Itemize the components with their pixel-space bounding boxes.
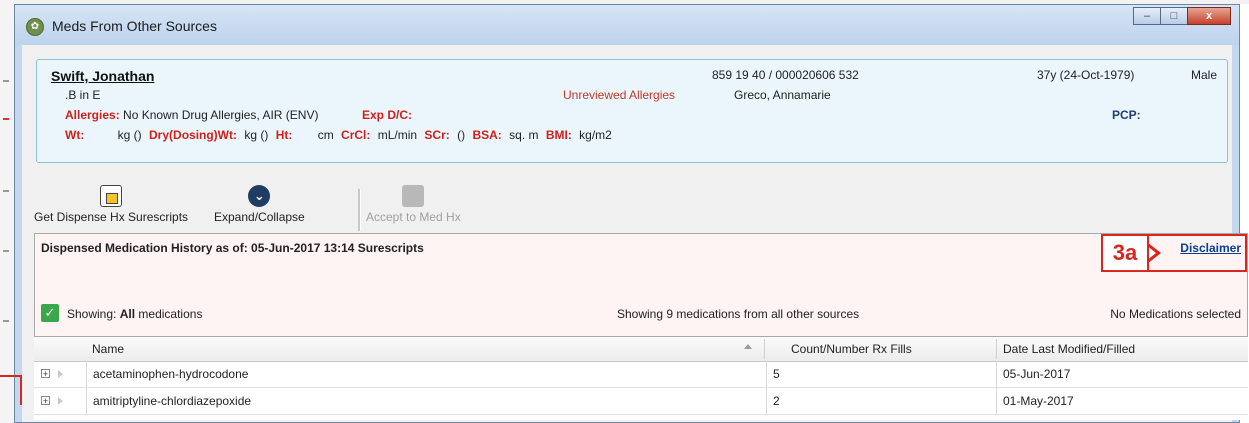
background-tick	[3, 320, 9, 322]
pcp-label: PCP:	[1112, 108, 1141, 122]
wt-label: Wt:	[65, 128, 85, 142]
history-heading: Dispensed Medication History as of: 05-J…	[41, 241, 424, 255]
showing-filter-label: Showing: All medications	[67, 307, 202, 321]
get-dispense-button[interactable]: Get Dispense Hx Surescripts	[34, 185, 188, 224]
patient-id: 859 19 40 / 000020606 532	[712, 68, 859, 82]
date-last-filled: 01-May-2017	[996, 388, 1248, 414]
background-tick	[3, 118, 9, 120]
ht-unit: cm	[317, 128, 334, 142]
crcl-unit: mL/min	[377, 128, 418, 142]
disclaimer-link[interactable]: Disclaimer	[1180, 241, 1241, 255]
showing-count: Showing 9 medications from all other sou…	[617, 307, 860, 321]
expand-collapse-button[interactable]: ⌄ Expand/Collapse	[214, 185, 305, 224]
rx-fill-count: 2	[766, 388, 996, 414]
background-tick	[3, 80, 9, 82]
column-header-name[interactable]: Name	[92, 342, 124, 356]
column-header-date[interactable]: Date Last Modified/Filled	[1003, 342, 1135, 356]
title-bar[interactable]: ✿ Meds From Other Sources – □ x	[15, 5, 1239, 45]
get-dispense-label: Get Dispense Hx Surescripts	[34, 210, 189, 224]
attending-doctor: Greco, Annamarie	[734, 88, 831, 102]
expand-row-icon[interactable]: +	[41, 369, 50, 379]
accept-to-med-hx-button[interactable]: Accept to Med Hx	[366, 185, 461, 224]
bmi-unit: kg/m2	[579, 128, 612, 142]
bsa-unit: sq. m	[509, 128, 539, 142]
callout-marker-left	[0, 375, 22, 405]
expand-collapse-label: Expand/Collapse	[214, 210, 305, 224]
date-last-filled: 05-Jun-2017	[996, 361, 1248, 387]
close-button[interactable]: x	[1187, 7, 1231, 25]
table-row[interactable]: + acetaminophen-hydrocodone 5 05-Jun-201…	[34, 361, 1248, 388]
ht-label: Ht:	[275, 128, 293, 142]
allergies-label: Allergies:	[65, 108, 120, 122]
scr-label: SCr:	[424, 128, 450, 142]
maximize-button[interactable]: □	[1160, 7, 1188, 25]
column-divider	[764, 339, 765, 359]
bmi-label: BMI:	[545, 128, 572, 142]
table-row[interactable]: + amitriptyline-chlordiazepoxide 2 01-Ma…	[34, 388, 1248, 415]
toolbar-separator	[358, 189, 361, 231]
selection-status: No Medications selected	[1110, 307, 1241, 321]
expand-row-icon[interactable]: +	[41, 396, 50, 406]
showing-suffix: medications	[138, 307, 203, 321]
allergies-value: No Known Drug Allergies, AIR (ENV)	[123, 108, 319, 122]
window-controls: – □ x	[1133, 7, 1231, 25]
medication-name: acetaminophen-hydrocodone	[86, 361, 766, 387]
background-tick	[3, 190, 9, 192]
unreviewed-allergies-label: Unreviewed Allergies	[563, 88, 676, 102]
medications-grid: Name Count/Number Rx Fills Date Last Mod…	[34, 337, 1248, 420]
toolbar: Get Dispense Hx Surescripts ⌄ Expand/Col…	[34, 185, 634, 233]
window-content: Swift, Jonathan .B in E Unreviewed Aller…	[22, 45, 1248, 422]
showing-value: All	[119, 307, 136, 321]
allergies-line: Allergies: No Known Drug Allergies, AIR …	[65, 108, 318, 122]
row-indicator-icon	[58, 397, 63, 405]
crcl-label: CrCl:	[341, 128, 371, 142]
accept-label: Accept to Med Hx	[366, 210, 461, 224]
background-tick	[3, 250, 9, 252]
column-header-count[interactable]: Count/Number Rx Fills	[791, 342, 912, 356]
wt-unit: kg ()	[117, 128, 142, 142]
grid-header: Name Count/Number Rx Fills Date Last Mod…	[34, 337, 1248, 362]
minimize-button[interactable]: –	[1133, 7, 1161, 25]
showing-prefix: Showing:	[67, 307, 117, 321]
exp-dc-label: Exp D/C:	[362, 108, 413, 122]
patient-gender: Male	[1190, 68, 1217, 82]
callout-label: 3a	[1101, 234, 1149, 272]
drywt-unit: kg ()	[244, 128, 269, 142]
show-all-checkbox[interactable]: ✓	[41, 304, 59, 322]
accept-icon	[402, 185, 425, 207]
background-app	[0, 0, 15, 423]
dispense-history-panel: Dispensed Medication History as of: 05-J…	[34, 233, 1248, 337]
scr-unit: ()	[457, 128, 466, 142]
medication-name: amitriptyline-chlordiazepoxide	[86, 388, 766, 414]
drywt-label: Dry(Dosing)Wt:	[149, 128, 237, 142]
sort-ascending-icon	[744, 344, 752, 349]
rx-fill-count: 5	[766, 361, 996, 387]
app-icon: ✿	[26, 18, 44, 36]
patient-age: 37y (24-Oct-1979)	[1037, 68, 1135, 82]
bsa-label: BSA:	[472, 128, 502, 142]
showing-row: ✓ Showing: All medications Showing 9 med…	[41, 304, 1241, 324]
patient-location: .B in E	[65, 88, 101, 102]
patient-banner: Swift, Jonathan .B in E Unreviewed Aller…	[36, 59, 1228, 163]
meds-window: ✿ Meds From Other Sources – □ x Swift, J…	[14, 4, 1248, 423]
column-divider	[996, 339, 997, 359]
pharmacy-icon	[100, 185, 123, 207]
expand-collapse-icon: ⌄	[248, 185, 271, 207]
window-title: Meds From Other Sources	[52, 18, 217, 34]
row-indicator-icon	[58, 370, 63, 378]
patient-name[interactable]: Swift, Jonathan	[51, 68, 154, 84]
vitals-line: Wt: kg () Dry(Dosing)Wt: kg () Ht: cm Cr…	[65, 128, 616, 142]
